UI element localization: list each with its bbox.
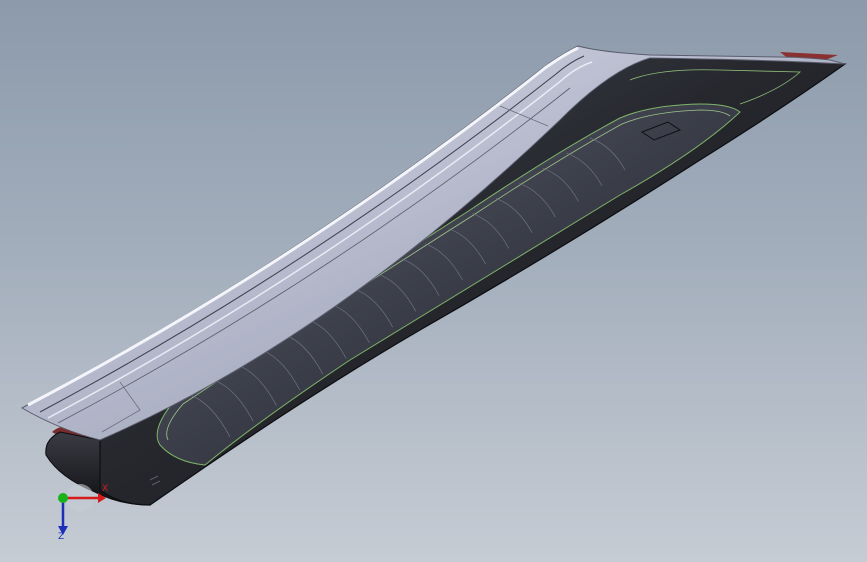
coordinate-triad-icon: X Z [40,480,120,550]
cad-part-model[interactable] [0,0,867,562]
graphics-viewport[interactable]: X Z [0,0,867,562]
x-axis-label: X [102,484,109,494]
z-axis-label: Z [58,532,65,542]
